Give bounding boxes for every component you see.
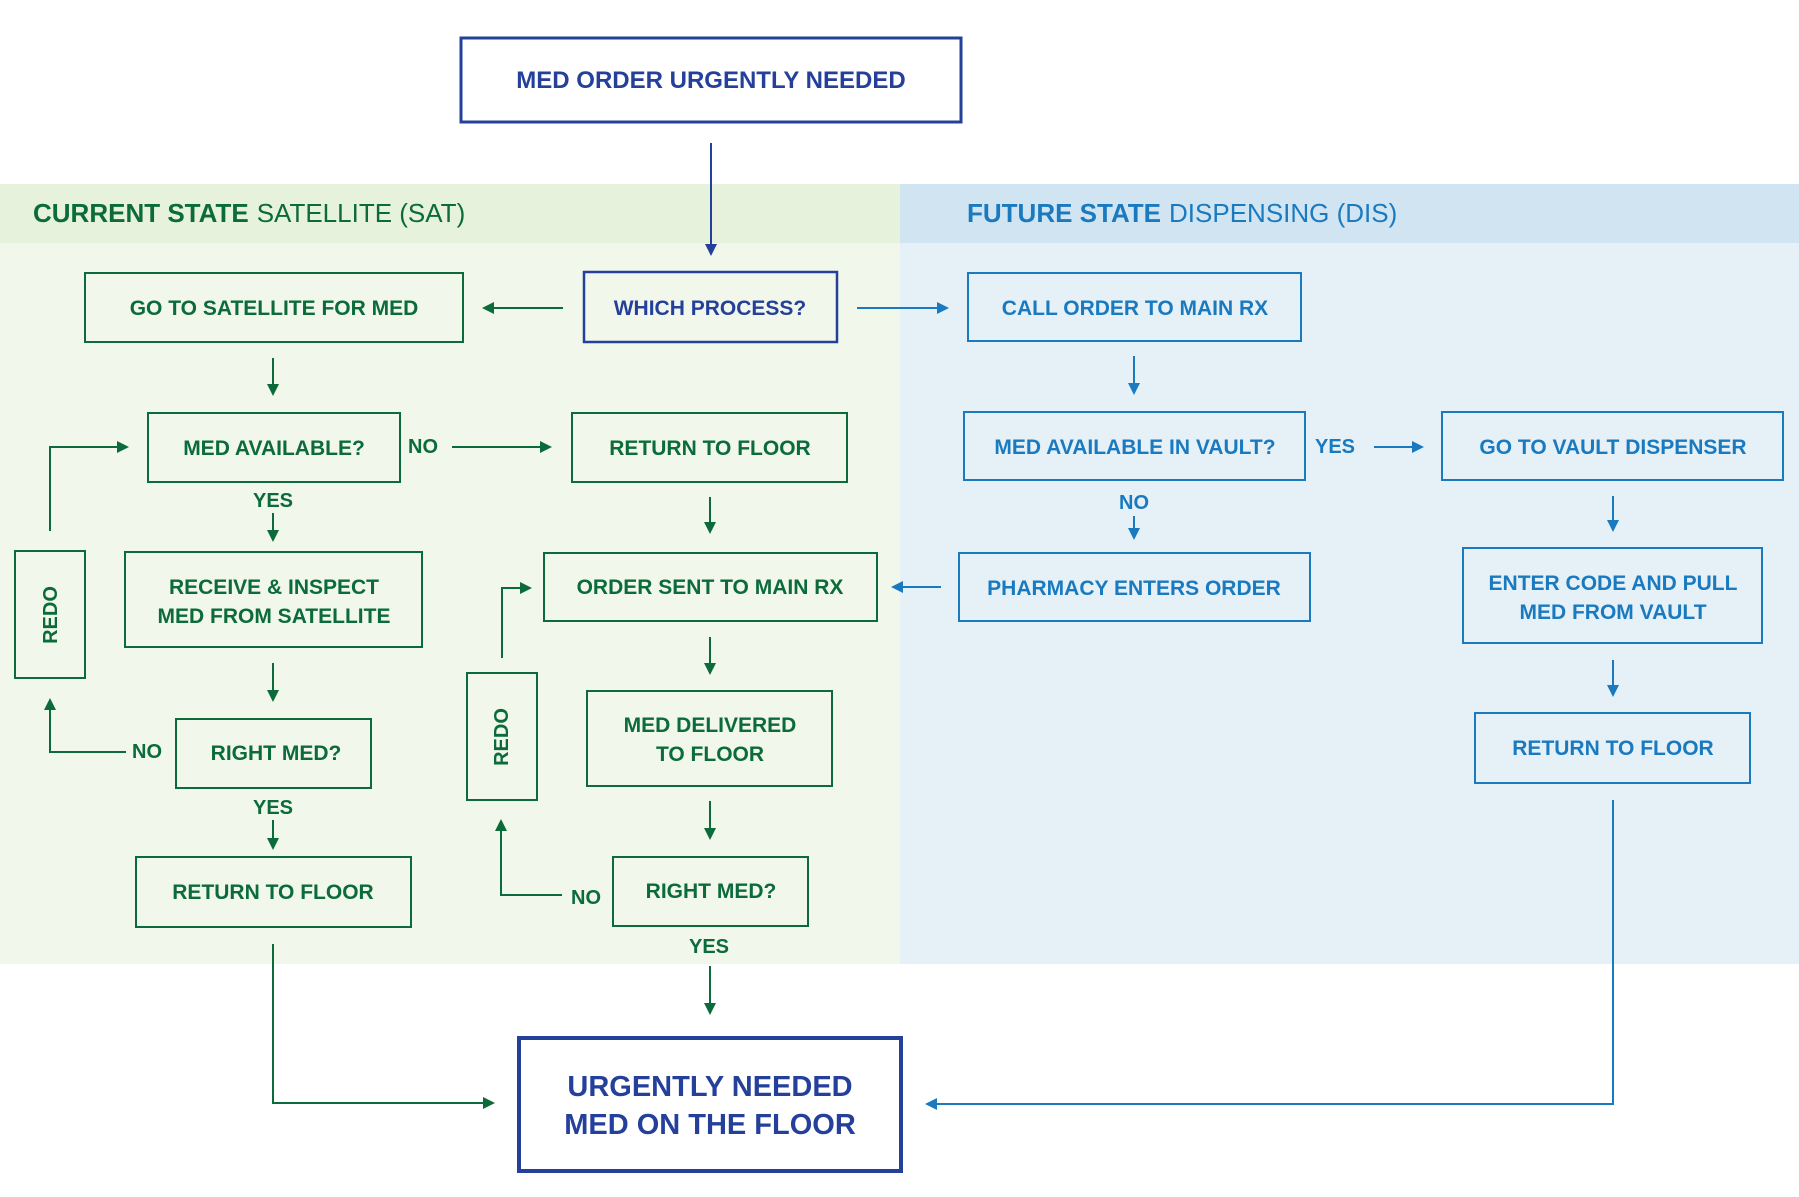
redo-label-2: REDO: [491, 708, 513, 766]
start-node: MED ORDER URGENTLY NEEDED: [459, 36, 963, 124]
start-label: MED ORDER URGENTLY NEEDED: [516, 67, 905, 94]
decision-node: WHICH PROCESS?: [582, 270, 839, 344]
label-yes-right-med-1: YES: [253, 797, 293, 819]
decision-label: WHICH PROCESS?: [614, 297, 807, 320]
call-order-label: CALL ORDER TO MAIN RX: [1002, 297, 1268, 320]
med-available-label: MED AVAILABLE?: [183, 437, 365, 460]
redo-label-1: REDO: [40, 586, 62, 644]
label-no-right-med-1: NO: [132, 741, 162, 763]
pharmacy-enters-label: PHARMACY ENTERS ORDER: [987, 577, 1281, 600]
label-yes-vault: YES: [1315, 436, 1355, 458]
go-vault-label: GO TO VAULT DISPENSER: [1479, 436, 1746, 459]
return-floor-label-1: RETURN TO FLOOR: [609, 437, 810, 460]
end-node: URGENTLY NEEDED MED ON THE FLOOR: [517, 1036, 903, 1173]
right-med-label-2: RIGHT MED?: [646, 880, 777, 903]
med-delivered-label-1: MED DELIVERED: [624, 714, 797, 737]
enter-code-label-2: MED FROM VAULT: [1519, 601, 1706, 624]
med-delivered-label-2: TO FLOOR: [656, 743, 764, 766]
right-med-label-1: RIGHT MED?: [211, 742, 342, 765]
end-label-2: MED ON THE FLOOR: [564, 1109, 856, 1141]
label-no-vault: NO: [1119, 492, 1149, 514]
receive-inspect-box: [124, 551, 423, 648]
go-to-satellite-label: GO TO SATELLITE FOR MED: [130, 297, 419, 320]
return-floor-label-2: RETURN TO FLOOR: [172, 881, 373, 904]
label-no-available: NO: [408, 436, 438, 458]
end-label-1: URGENTLY NEEDED: [567, 1071, 852, 1103]
enter-code-box: [1462, 547, 1763, 644]
label-no-right-med-2: NO: [571, 887, 601, 909]
receive-inspect-label-2: MED FROM SATELLITE: [158, 605, 391, 628]
order-sent-label: ORDER SENT TO MAIN RX: [577, 576, 844, 599]
receive-inspect-label-1: RECEIVE & INSPECT: [169, 576, 379, 599]
arrow-return-floor-2-to-end: [272, 944, 495, 1109]
label-yes-available: YES: [253, 490, 293, 512]
future-state-title: FUTURE STATE DISPENSING (DIS): [967, 198, 1397, 228]
med-delivered-box: [586, 690, 833, 787]
return-floor-label-3: RETURN TO FLOOR: [1512, 737, 1713, 760]
label-yes-right-med-2: YES: [689, 936, 729, 958]
flowchart: CURRENT STATE SATELLITE (SAT) FUTURE STAT…: [0, 36, 1799, 1173]
available-vault-label: MED AVAILABLE IN VAULT?: [994, 436, 1275, 459]
end-box: [517, 1036, 903, 1173]
enter-code-label-1: ENTER CODE AND PULL: [1489, 572, 1738, 595]
